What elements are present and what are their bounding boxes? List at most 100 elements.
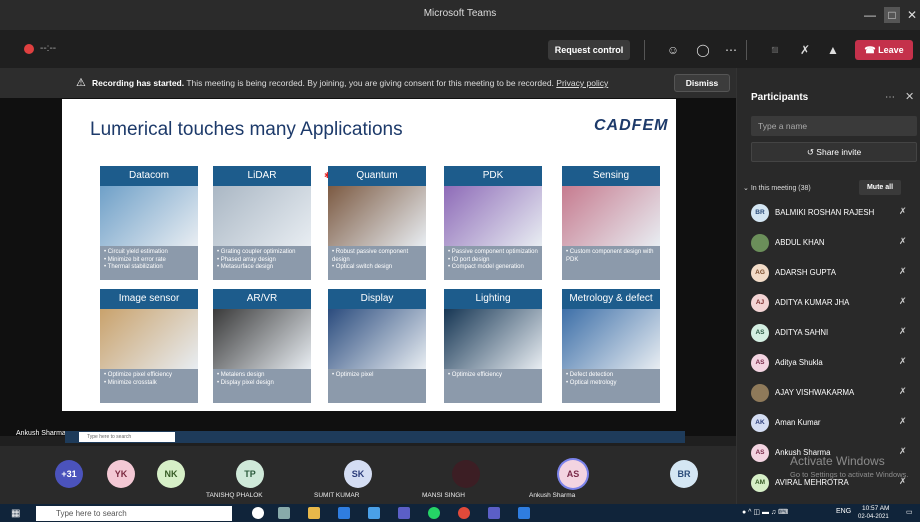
participants-icon[interactable]: ☺ xyxy=(664,41,682,59)
leave-button[interactable]: ☎ Leave xyxy=(855,40,913,60)
participant-name: TANISHQ PHALOK xyxy=(206,492,263,499)
whatsapp-icon[interactable] xyxy=(428,507,440,519)
card-bullets: Circuit yield estimationMinimize bit err… xyxy=(100,246,198,280)
muted-mic-icon: ✗ xyxy=(899,386,907,396)
participant-avatar[interactable]: YK xyxy=(107,460,135,488)
share-invite-button[interactable]: ↺ Share invite xyxy=(751,142,917,162)
task-view-icon[interactable] xyxy=(278,507,290,519)
window-title-bar: Microsoft Teams — □ ✕ xyxy=(0,0,920,30)
participant-list-avatar: AJ xyxy=(751,294,769,312)
card-image xyxy=(213,186,311,246)
participant-row[interactable]: ABDUL KHAN ✗ xyxy=(751,232,917,254)
card-image xyxy=(213,309,311,369)
participant-avatar[interactable]: +31 xyxy=(55,460,83,488)
more-options-icon[interactable]: ⋯ xyxy=(722,41,740,59)
application-card: Display Optimize pixel xyxy=(328,289,426,403)
slide-title: Lumerical touches many Applications xyxy=(90,119,403,140)
participant-row[interactable]: AS Aditya Shukla ✗ xyxy=(751,352,917,374)
card-title: Display xyxy=(328,289,426,309)
participant-row[interactable]: AJ ADITYA KUMAR JHA ✗ xyxy=(751,292,917,314)
muted-mic-icon: ✗ xyxy=(899,416,907,426)
participant-list-avatar: AS xyxy=(751,444,769,462)
participant-avatar[interactable]: NK xyxy=(157,460,185,488)
participant-avatar[interactable]: BR xyxy=(670,460,698,488)
system-tray-icons[interactable]: ● ^ ◫ ▬ ♫ ⌨ xyxy=(742,508,788,516)
mail-icon[interactable] xyxy=(338,507,350,519)
store-icon[interactable] xyxy=(368,507,380,519)
mic-off-icon[interactable]: ✗ xyxy=(796,41,814,59)
share-invite-label: Share invite xyxy=(816,147,862,157)
presenter-label: Ankush Sharma xyxy=(16,430,66,437)
participant-search-input[interactable]: Type a name xyxy=(751,116,917,136)
participant-list-avatar: AS xyxy=(751,324,769,342)
card-image xyxy=(562,309,660,369)
mute-all-button[interactable]: Mute all xyxy=(859,180,901,195)
participant-row[interactable]: AJAY VISHWAKARMA ✗ xyxy=(751,382,917,404)
participant-list-avatar: AM xyxy=(751,474,769,492)
dismiss-button[interactable]: Dismiss xyxy=(674,74,730,92)
card-title: Quantum xyxy=(328,166,426,186)
card-bullet: Optimize pixel xyxy=(332,372,422,380)
card-image xyxy=(100,309,198,369)
recording-banner: ⚠ Recording has started. This meeting is… xyxy=(0,68,736,98)
notifications-icon[interactable]: ▭ xyxy=(906,508,913,516)
request-control-button[interactable]: Request control xyxy=(548,40,630,60)
card-bullet: Minimize bit error rate xyxy=(104,257,194,265)
cortana-icon[interactable] xyxy=(252,507,264,519)
clock-time[interactable]: 10:57 AM xyxy=(862,505,889,512)
language-indicator[interactable]: ENG xyxy=(836,508,851,515)
teams-icon[interactable] xyxy=(488,507,500,519)
participant-avatar[interactable]: SK xyxy=(344,460,372,488)
participant-row[interactable]: BR BALMIKI ROSHAN RAJESH ✗ xyxy=(751,202,917,224)
participant-row[interactable]: AG ADARSH GUPTA ✗ xyxy=(751,262,917,284)
panel-close-icon[interactable]: ✕ xyxy=(905,90,914,103)
card-image xyxy=(562,186,660,246)
card-image xyxy=(328,186,426,246)
chat-icon[interactable]: ◯ xyxy=(694,41,712,59)
muted-mic-icon: ✗ xyxy=(899,446,907,456)
minimize-icon[interactable]: — xyxy=(862,7,878,23)
card-bullet: Defect detection xyxy=(566,372,656,380)
card-bullets: Optimize pixel efficiencyMinimize crosst… xyxy=(100,369,198,403)
privacy-policy-link[interactable]: Privacy policy xyxy=(556,78,608,88)
taskbar-search-input[interactable]: Type here to search xyxy=(36,506,232,521)
panel-more-icon[interactable]: ⋯ xyxy=(885,92,895,103)
participant-avatar[interactable]: AS xyxy=(559,460,587,488)
share-tray-icon[interactable]: ▲ xyxy=(824,41,842,59)
application-card: Datacom Circuit yield estimationMinimize … xyxy=(100,166,198,280)
participant-avatar[interactable] xyxy=(452,460,480,488)
card-bullet: Metalens design xyxy=(217,372,307,380)
muted-mic-icon: ✗ xyxy=(899,236,907,246)
zoom-icon[interactable] xyxy=(518,507,530,519)
chrome-icon[interactable] xyxy=(458,507,470,519)
participant-list-name: Aman Kumar xyxy=(775,418,821,427)
close-window-icon[interactable]: ✕ xyxy=(904,7,920,23)
card-bullet: Custom component design with PDK xyxy=(566,249,656,264)
card-title: Metrology & defect xyxy=(562,289,660,309)
participant-list-avatar xyxy=(751,234,769,252)
participant-row[interactable]: AS ADITYA SAHNI ✗ xyxy=(751,322,917,344)
card-bullet: Minimize crosstalk xyxy=(104,380,194,388)
windows-start-icon[interactable]: ▦ xyxy=(11,508,20,519)
participant-row[interactable]: AK Aman Kumar ✗ xyxy=(751,412,917,434)
application-card: PDK Passive component optimizationIO port… xyxy=(444,166,542,280)
card-image xyxy=(444,186,542,246)
card-bullet: Thermal stabilization xyxy=(104,264,194,272)
file-explorer-icon[interactable] xyxy=(308,507,320,519)
in-meeting-header[interactable]: ⌄ In this meeting (38) xyxy=(743,184,811,192)
calculator-icon[interactable] xyxy=(398,507,410,519)
panel-title: Participants xyxy=(751,92,809,103)
clock-date[interactable]: 02-04-2021 xyxy=(858,514,889,520)
card-bullets: Robust passive component designOptical s… xyxy=(328,246,426,280)
camera-off-icon[interactable]: ◾ xyxy=(766,41,784,59)
application-card: Lighting Optimize efficiency xyxy=(444,289,542,403)
participants-panel: Participants ⋯ ✕ Type a name ↺ Share inv… xyxy=(736,68,920,504)
application-card: Metrology & defect Defect detectionOptica… xyxy=(562,289,660,403)
shared-slide: Lumerical touches many Applications CADF… xyxy=(62,99,676,411)
card-bullet: Optimize pixel efficiency xyxy=(104,372,194,380)
maximize-icon[interactable]: □ xyxy=(884,7,900,23)
recording-message: Recording has started. This meeting is b… xyxy=(92,78,608,88)
card-bullets: Optimize efficiency xyxy=(444,369,542,403)
participant-avatar[interactable]: TP xyxy=(236,460,264,488)
participant-list-name: ADITYA SAHNI xyxy=(775,328,829,337)
